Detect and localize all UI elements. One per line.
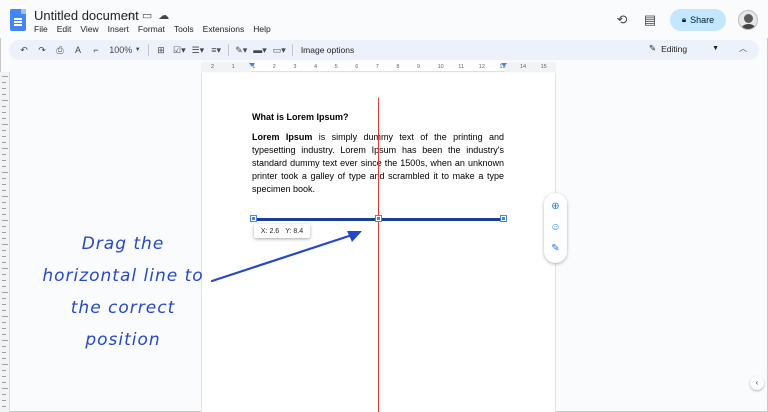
collapse-icon[interactable]: ‹ [750,376,764,390]
annotation-arrow [210,231,362,283]
